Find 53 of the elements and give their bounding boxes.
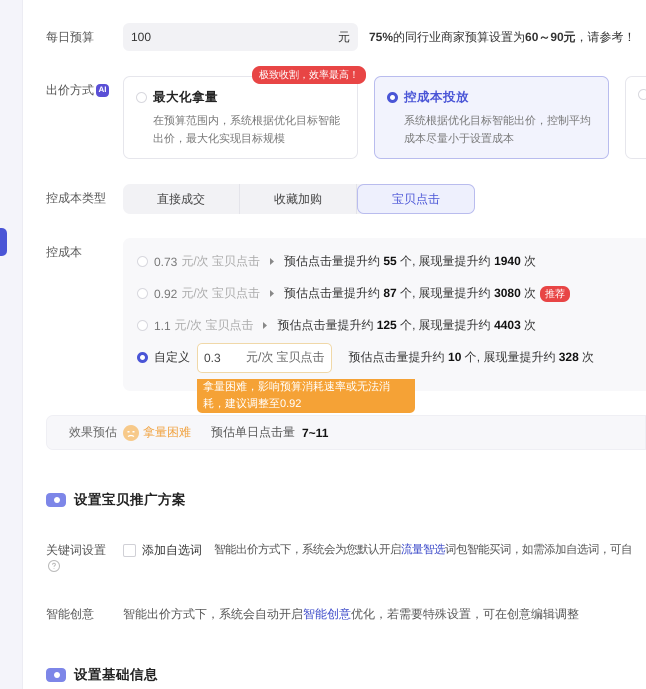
cost-price: 1.1 [154, 318, 171, 332]
field-label: 出价方式 [46, 82, 94, 99]
cost-price: 0.92 [154, 286, 178, 300]
keyword-description: 智能出价方式下，系统会为您默认开启流量智选词包智能买词，如需添加自选词，可自 [214, 542, 632, 558]
caret-icon [263, 322, 268, 329]
radio[interactable] [137, 352, 148, 363]
field-label: 控成本类型 [46, 190, 107, 207]
traffic-select-link[interactable]: 流量智选 [401, 544, 445, 556]
effect-status: 拿量困难 [143, 424, 191, 441]
face-icon [123, 424, 139, 440]
custom-cost-field[interactable]: 0.3 元/次 宝贝点击 [197, 342, 332, 372]
section-icon [46, 668, 66, 682]
radio[interactable] [387, 92, 398, 103]
caret-icon [270, 290, 274, 297]
budget-field[interactable]: 100 元 [123, 23, 358, 51]
cost-estimate: 预估点击量提升约 55 个, 展现量提升约 1940 次 [284, 253, 536, 270]
section-title: 设置宝贝推广方案 [74, 491, 186, 509]
help-icon[interactable] [48, 560, 60, 572]
checkbox-label: 添加自选词 [142, 542, 202, 558]
checkbox[interactable] [123, 544, 136, 556]
warning-tooltip: 拿量困难，影响预算消耗速率或无法消耗，建议调整至0.92 [197, 379, 415, 413]
section-title: 设置基础信息 [74, 666, 158, 684]
bid-option-card[interactable]: 控成本投放 系统根据优化目标智能出价，控制平均成本尽量小于设置成本 [374, 76, 609, 159]
cost-unit: 元/次 宝贝点击 [181, 285, 260, 302]
option-title: 最大化拿量 [153, 89, 218, 106]
custom-label: 自定义 [154, 349, 190, 366]
budget-hint: 75%的同行业商家预算设置为60～90元，请参考！ [369, 29, 636, 46]
smart-creative-link[interactable]: 智能创意 [303, 607, 351, 621]
promo-badge: 极致收割，效率最高！ [252, 66, 366, 84]
metric-label: 预估单日点击量 [211, 424, 295, 441]
metric-value: 7~11 [302, 426, 328, 440]
segment-tab[interactable]: 直接成交 [123, 184, 240, 214]
cost-unit: 元/次 宝贝点击 [174, 317, 254, 334]
option-description: 在预算范围内，系统根据优化目标智能出价，最大化实现目标规模 [152, 114, 341, 147]
effect-label: 效果预估 [69, 424, 117, 441]
segment-tab[interactable]: 宝贝点击 [357, 184, 475, 214]
field-label: 控成本 [46, 244, 83, 261]
option-title: 控成本投放 [404, 89, 469, 106]
cost-estimate: 预估点击量提升约 10 个, 展现量提升约 328 次 [348, 349, 594, 366]
creative-description: 智能出价方式下，系统会自动开启智能创意优化，若需要特殊设置，可在创意编辑调整 [123, 606, 579, 623]
option-description: 系统根据优化目标智能出价，控制平均成本尽量小于设置成本 [403, 114, 592, 147]
section-icon [46, 493, 66, 507]
cost-unit: 元/次 宝贝点击 [181, 253, 260, 270]
cost-price: 0.73 [154, 254, 178, 268]
field-label: 每日预算 [46, 29, 95, 46]
sidebar-tab[interactable] [0, 228, 7, 256]
field-label: 关键词设置 [46, 542, 107, 559]
ai-badge: AI [96, 84, 109, 96]
caret-icon [270, 258, 274, 265]
recommend-tag: 推荐 [540, 286, 570, 302]
cost-estimate: 预估点击量提升约 87 个, 展现量提升约 3080 次 [284, 285, 536, 302]
cost-estimate: 预估点击量提升约 125 个, 展现量提升约 4403 次 [277, 317, 536, 334]
field-label: 智能创意 [46, 606, 95, 623]
